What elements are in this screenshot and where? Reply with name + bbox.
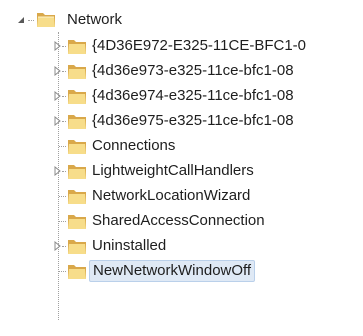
- tree-row-child[interactable]: {4d36e974-e325-11ce-bfc1-08: [0, 84, 363, 108]
- tree-row-sharedaccessconnection[interactable]: SharedAccessConnection: [0, 209, 363, 233]
- folder-icon: [68, 240, 86, 254]
- tree-row-child[interactable]: {4d36e973-e325-11ce-bfc1-08: [0, 59, 363, 83]
- tree-label-network: Network: [67, 11, 123, 28]
- tree-row-network[interactable]: Network: [0, 8, 363, 32]
- expand-arrow-icon[interactable]: [53, 116, 62, 126]
- tree-label: {4d36e974-e325-11ce-bfc1-08: [92, 87, 294, 104]
- tree-connector: [59, 271, 66, 272]
- tree-connector: [28, 20, 34, 21]
- folder-icon: [68, 215, 86, 229]
- tree-connector: [59, 196, 66, 197]
- tree-label: SharedAccessConnection: [92, 212, 265, 229]
- folder-icon: [68, 165, 86, 179]
- tree-row-child[interactable]: {4D36E972-E325-11CE-BFC1-0: [0, 34, 363, 58]
- tree-label: LightweightCallHandlers: [92, 162, 254, 179]
- tree-label: {4D36E972-E325-11CE-BFC1-0: [92, 37, 307, 54]
- folder-icon: [68, 265, 86, 279]
- tree-row-newnetworkwindowoff[interactable]: NewNetworkWindowOff: [0, 259, 363, 283]
- tree-row-connections[interactable]: Connections: [0, 134, 363, 158]
- collapse-arrow-icon[interactable]: [17, 15, 26, 25]
- tree-connector: [62, 246, 66, 247]
- expand-arrow-icon[interactable]: [53, 91, 62, 101]
- folder-icon: [68, 190, 86, 204]
- tree-connector: [62, 121, 66, 122]
- tree-label: Uninstalled: [92, 237, 167, 254]
- folder-icon: [37, 13, 55, 27]
- expand-arrow-icon[interactable]: [53, 166, 62, 176]
- tree-connector: [62, 171, 66, 172]
- tree-row-networklocationwizard[interactable]: NetworkLocationWizard: [0, 184, 363, 208]
- folder-icon: [68, 140, 86, 154]
- expand-arrow-icon[interactable]: [53, 41, 62, 51]
- folder-icon: [68, 40, 86, 54]
- folder-icon: [68, 90, 86, 104]
- tree-connector: [59, 146, 66, 147]
- tree-row-child[interactable]: {4d36e975-e325-11ce-bfc1-08: [0, 109, 363, 133]
- tree-connector: [62, 96, 66, 97]
- registry-tree: Network {4D36E972-E325-11CE-BFC1-0 {4d36…: [0, 0, 363, 336]
- expand-arrow-icon[interactable]: [53, 66, 62, 76]
- tree-label: {4d36e975-e325-11ce-bfc1-08: [92, 112, 294, 129]
- tree-label: Connections: [92, 137, 176, 154]
- tree-connector: [59, 221, 66, 222]
- tree-label-selected: NewNetworkWindowOff: [89, 260, 256, 282]
- tree-connector: [62, 71, 66, 72]
- folder-icon: [68, 65, 86, 79]
- folder-icon: [68, 115, 86, 129]
- tree-connector: [62, 46, 66, 47]
- expand-arrow-icon[interactable]: [53, 241, 62, 251]
- tree-row-uninstalled[interactable]: Uninstalled: [0, 234, 363, 258]
- tree-label: NetworkLocationWizard: [92, 187, 251, 204]
- tree-row-lightweightcallhandlers[interactable]: LightweightCallHandlers: [0, 159, 363, 183]
- tree-label: {4d36e973-e325-11ce-bfc1-08: [92, 62, 294, 79]
